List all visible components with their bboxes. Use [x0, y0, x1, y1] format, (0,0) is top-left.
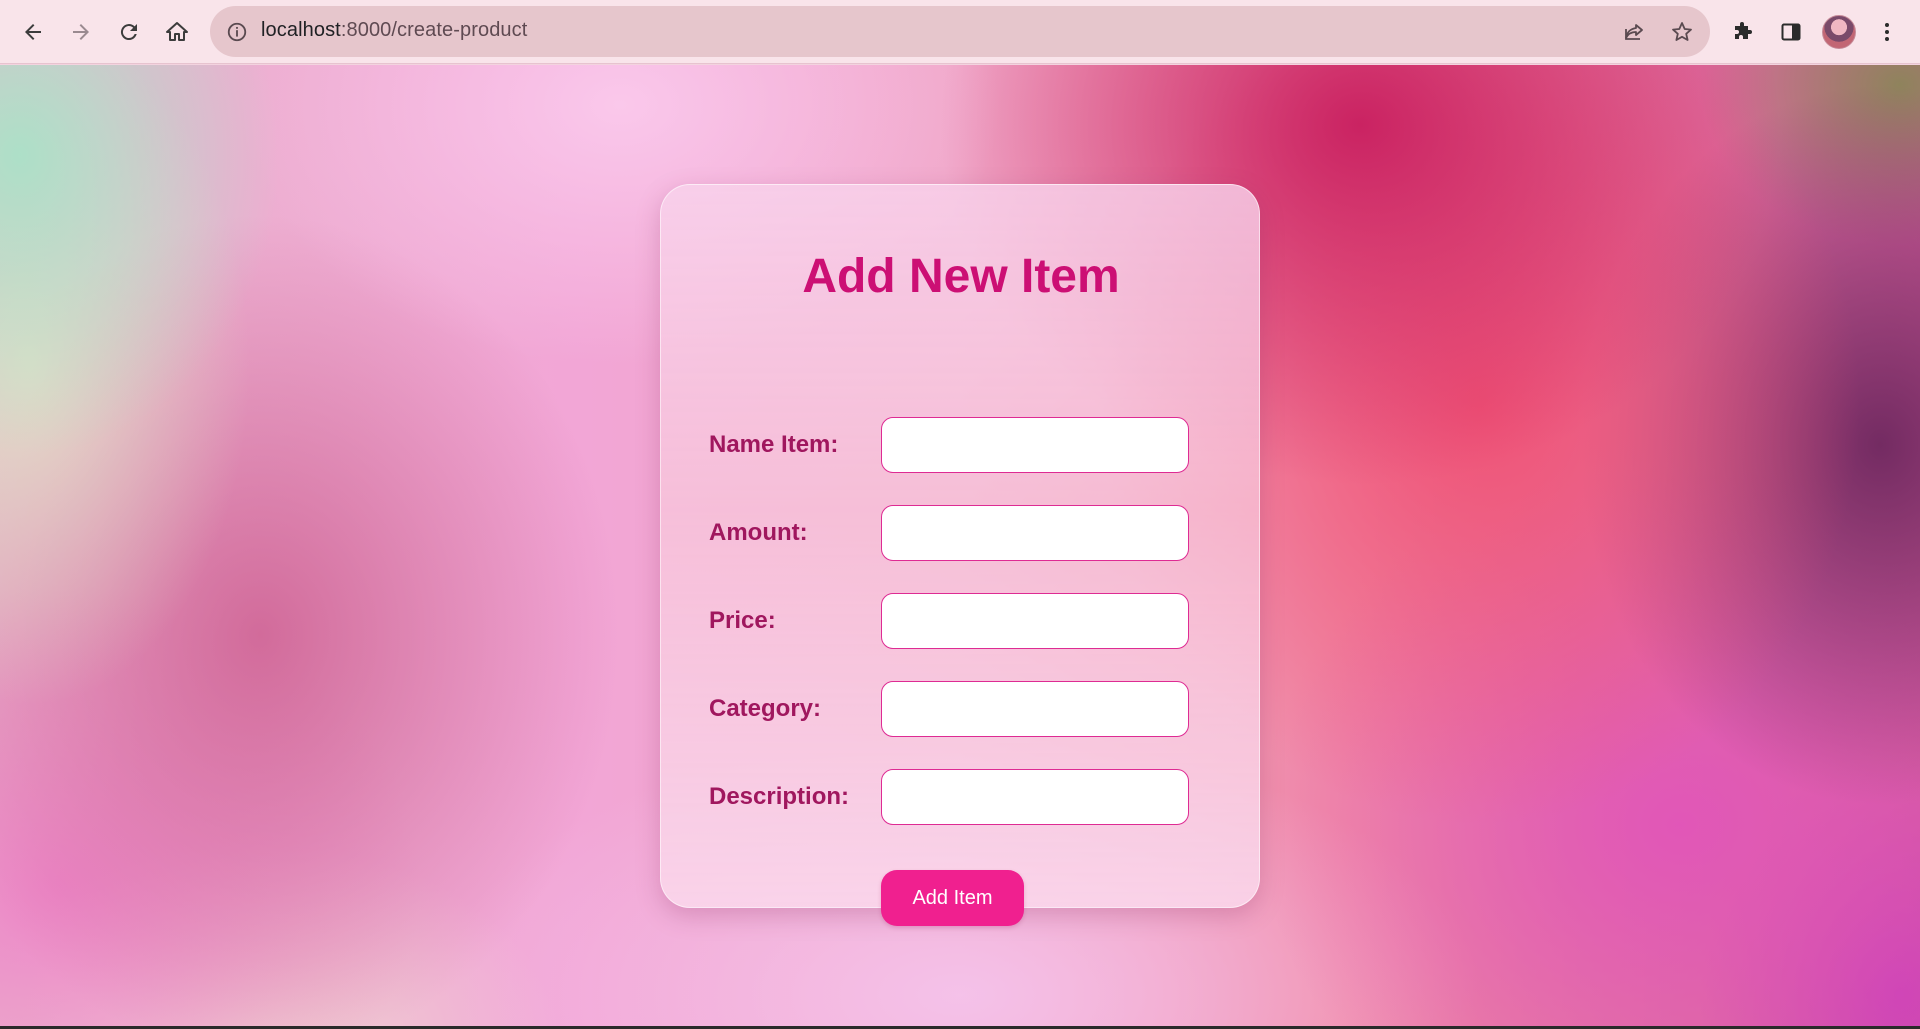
- back-button[interactable]: [13, 12, 53, 52]
- url-host: localhost: [261, 19, 341, 41]
- category-label: Category:: [709, 695, 822, 722]
- name-item-label: Name Item:: [709, 431, 839, 458]
- reload-button[interactable]: [109, 12, 149, 52]
- side-panel-button[interactable]: [1771, 12, 1811, 52]
- reload-icon: [120, 24, 137, 41]
- star-icon[interactable]: [1668, 18, 1696, 46]
- amount-input[interactable]: [881, 505, 1189, 561]
- address-bar[interactable]: localhost:8000/create-product: [210, 6, 1710, 57]
- side-panel-icon: [1781, 23, 1801, 41]
- puzzle-icon: [1735, 22, 1752, 39]
- profile-avatar[interactable]: [1822, 15, 1856, 49]
- price-input[interactable]: [881, 593, 1189, 649]
- description-label: Description:: [709, 783, 850, 810]
- menu-button[interactable]: [1867, 12, 1907, 52]
- page-background: Add New Item Name Item: Amount: Price: C…: [0, 65, 1920, 1029]
- category-input[interactable]: [881, 681, 1189, 737]
- kebab-menu-icon: [1885, 23, 1889, 41]
- name-item-input[interactable]: [881, 417, 1189, 473]
- back-arrow-icon: [25, 24, 41, 40]
- info-icon[interactable]: [224, 19, 250, 45]
- amount-label: Amount:: [709, 519, 808, 546]
- description-input[interactable]: [881, 769, 1189, 825]
- share-icon[interactable]: [1620, 18, 1648, 46]
- form-title: Add New Item: [802, 250, 1120, 303]
- browser-toolbar: localhost:8000/create-product: [0, 0, 1920, 64]
- home-icon: [166, 22, 188, 41]
- price-label: Price:: [709, 607, 776, 634]
- forward-arrow-icon: [73, 24, 89, 40]
- add-item-button[interactable]: Add Item: [881, 870, 1024, 926]
- add-item-form-card: Add New Item Name Item: Amount: Price: C…: [660, 184, 1260, 926]
- url-text[interactable]: localhost:8000/create-product: [261, 19, 527, 42]
- extensions-button[interactable]: [1723, 12, 1763, 52]
- url-path: :8000/create-product: [340, 19, 528, 41]
- forward-button[interactable]: [61, 12, 101, 52]
- home-button[interactable]: [157, 12, 197, 52]
